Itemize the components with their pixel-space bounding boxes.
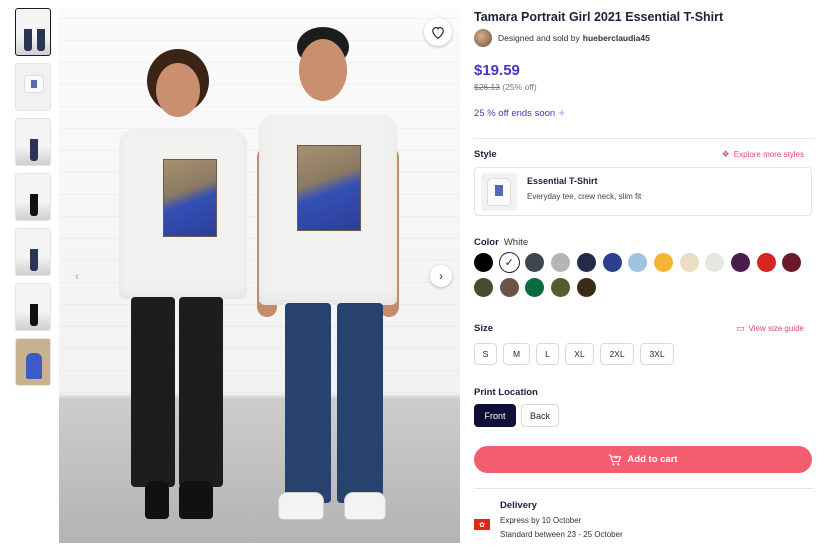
divider bbox=[474, 488, 814, 489]
color-swatch[interactable] bbox=[731, 253, 750, 272]
style-description: Everyday tee, crew neck, slim fit bbox=[527, 192, 642, 201]
thumbnail-6[interactable] bbox=[15, 283, 51, 331]
color-swatch[interactable] bbox=[551, 278, 571, 297]
color-swatch[interactable]: ✓ bbox=[499, 253, 519, 272]
size-options: S M L XL 2XL 3XL bbox=[474, 343, 680, 365]
color-label-text: Color bbox=[474, 237, 499, 248]
size-option-xl[interactable]: XL bbox=[565, 343, 594, 365]
promo-text: 25 % off ends soon ✦ bbox=[474, 107, 566, 120]
explore-styles-link[interactable]: ❖ Explore more styles bbox=[722, 149, 804, 160]
thumbnail-1[interactable] bbox=[15, 8, 51, 56]
color-swatch[interactable] bbox=[576, 253, 596, 272]
main-product-image bbox=[59, 9, 460, 543]
size-option-l[interactable]: L bbox=[536, 343, 559, 365]
cart-icon bbox=[608, 454, 622, 465]
color-swatch[interactable] bbox=[474, 253, 493, 272]
size-guide-link[interactable]: ▭ View size guide bbox=[736, 323, 804, 334]
size-guide-label: View size guide bbox=[748, 324, 804, 333]
print-back-button[interactable]: Back bbox=[521, 404, 559, 427]
express-delivery: Express by 10 October bbox=[500, 516, 582, 525]
print-location-options: Front Back bbox=[474, 404, 564, 427]
check-icon: ✓ bbox=[504, 257, 514, 269]
thumbnail-4[interactable] bbox=[15, 173, 51, 221]
designer-name-link[interactable]: hueberclaudia45 bbox=[583, 33, 650, 43]
divider bbox=[474, 138, 814, 139]
thumbnail-2[interactable] bbox=[15, 63, 51, 111]
previous-image-button[interactable]: ‹ bbox=[66, 265, 88, 287]
style-name: Essential T-Shirt bbox=[527, 176, 598, 186]
delivery-title: Delivery bbox=[500, 500, 537, 511]
old-price: $26.13 (25% off) bbox=[474, 82, 537, 92]
designer-prefix: Designed and sold by bbox=[498, 33, 580, 43]
explore-styles-label: Explore more styles bbox=[733, 150, 804, 159]
color-swatch[interactable] bbox=[499, 278, 519, 297]
standard-delivery: Standard between 23 - 25 October bbox=[500, 530, 623, 539]
heart-icon bbox=[432, 26, 444, 39]
discount-label: (25% off) bbox=[502, 82, 537, 92]
favorite-button[interactable] bbox=[424, 18, 452, 46]
color-swatch[interactable] bbox=[551, 253, 571, 272]
color-swatch[interactable] bbox=[525, 253, 545, 272]
style-label: Style bbox=[474, 149, 497, 160]
sparkle-icon: ✦ bbox=[557, 108, 567, 120]
print-front-button[interactable]: Front bbox=[474, 404, 516, 427]
size-label: Size bbox=[474, 323, 494, 334]
flag-glyph: ✿ bbox=[479, 521, 485, 529]
color-swatch[interactable] bbox=[576, 278, 596, 297]
size-option-3xl[interactable]: 3XL bbox=[640, 343, 674, 365]
style-thumbnail bbox=[481, 173, 517, 211]
promo-label: 25 % off ends soon bbox=[474, 108, 556, 119]
next-image-button[interactable]: › bbox=[430, 265, 452, 287]
original-price: $26.13 bbox=[474, 82, 500, 92]
size-option-s[interactable]: S bbox=[474, 343, 497, 365]
chevron-left-icon: ‹ bbox=[75, 269, 79, 283]
color-swatch[interactable] bbox=[628, 253, 648, 272]
add-to-cart-label: Add to cart bbox=[627, 454, 678, 465]
color-swatch[interactable] bbox=[705, 253, 725, 272]
selected-color: White bbox=[503, 237, 529, 248]
add-to-cart-button[interactable]: Add to cart bbox=[474, 446, 812, 473]
color-swatch[interactable] bbox=[474, 278, 493, 297]
color-swatch[interactable] bbox=[653, 253, 673, 272]
model-woman bbox=[119, 49, 259, 529]
color-swatch[interactable] bbox=[602, 253, 622, 272]
color-swatch[interactable] bbox=[756, 253, 776, 272]
size-option-m[interactable]: M bbox=[503, 343, 530, 365]
model-man bbox=[257, 27, 407, 527]
thumbnail-7[interactable] bbox=[15, 338, 51, 386]
chevron-right-icon: › bbox=[439, 269, 443, 283]
ruler-icon: ▭ bbox=[736, 323, 745, 333]
thumbnail-5[interactable] bbox=[15, 228, 51, 276]
color-swatch[interactable] bbox=[679, 253, 699, 272]
style-card[interactable]: Essential T-Shirt Everyday tee, crew nec… bbox=[474, 167, 812, 216]
color-swatch[interactable] bbox=[782, 253, 802, 272]
product-title: Tamara Portrait Girl 2021 Essential T-Sh… bbox=[474, 10, 724, 24]
current-price: $19.59 bbox=[474, 62, 520, 79]
color-swatch[interactable] bbox=[525, 278, 545, 297]
print-location-label: Print Location bbox=[474, 387, 538, 398]
hong-kong-flag-icon: ✿ bbox=[474, 519, 490, 530]
thumbnail-list bbox=[15, 8, 53, 393]
color-label: Color White bbox=[474, 237, 528, 248]
size-option-2xl[interactable]: 2XL bbox=[600, 343, 634, 365]
designer-info: Designed and sold by hueberclaudia45 bbox=[474, 29, 650, 47]
thumbnail-3[interactable] bbox=[15, 118, 51, 166]
designer-avatar[interactable] bbox=[474, 29, 492, 47]
layers-icon: ❖ bbox=[721, 149, 730, 159]
